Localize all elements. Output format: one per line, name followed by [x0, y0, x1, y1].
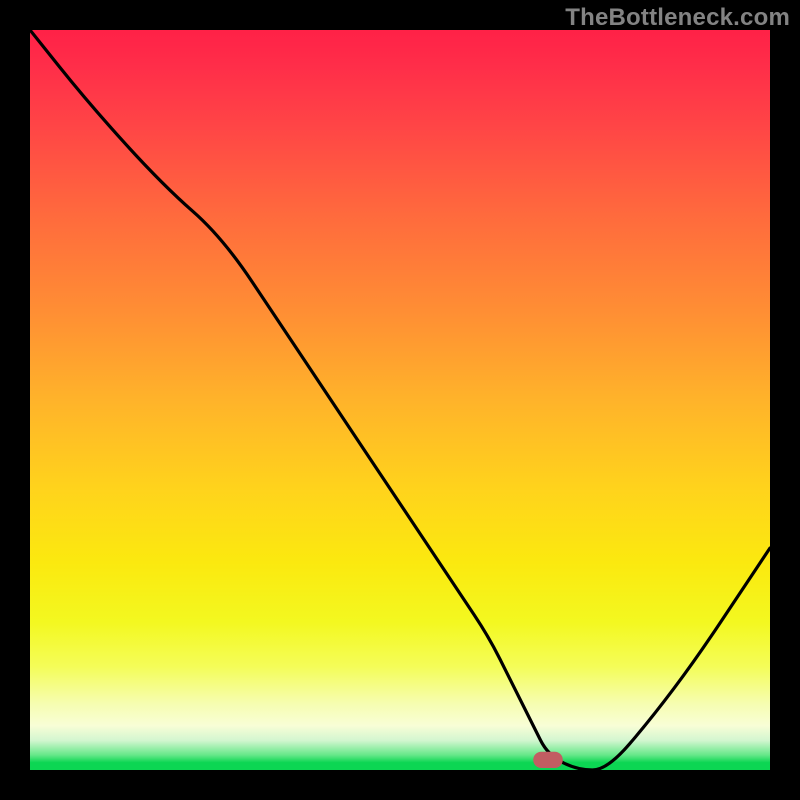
curve-path [30, 30, 770, 770]
watermark-text: TheBottleneck.com [565, 4, 790, 32]
plot-area [30, 30, 770, 770]
bottleneck-curve [30, 30, 770, 770]
optimal-marker [533, 752, 563, 768]
chart-frame: TheBottleneck.com [0, 0, 800, 800]
